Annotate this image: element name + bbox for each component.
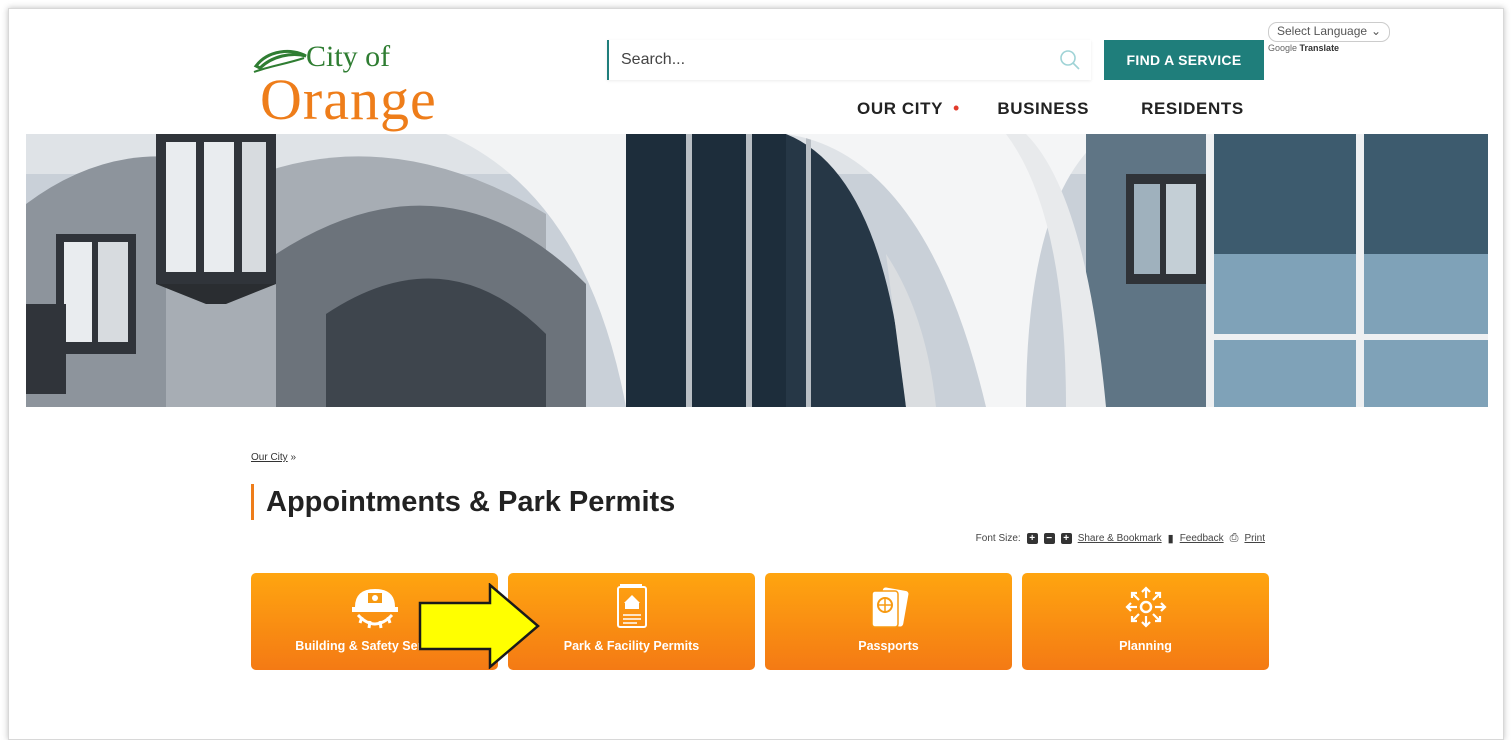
breadcrumb-our-city[interactable]: Our City [251,452,288,463]
feedback-icon: ▮ [1167,533,1174,545]
breadcrumb-separator: » [287,452,297,463]
share-plus-icon: + [1060,533,1072,544]
language-select[interactable]: Select Language ⌄ [1268,22,1390,42]
google-translate-credit: Google Translate [1268,43,1390,53]
search-icon[interactable] [1059,49,1081,71]
tile-label: Park & Facility Permits [563,639,700,653]
hero-image [26,134,1488,407]
nav-business[interactable]: BUSINESS [997,99,1089,119]
feedback-link[interactable]: Feedback [1180,533,1224,544]
planning-arrows-icon [1124,586,1167,628]
main-nav: OUR CITY • BUSINESS RESIDENTS [857,98,1244,119]
search-input[interactable] [609,40,1043,80]
annotation-arrow-icon [418,583,540,669]
hardhat-gear-icon [351,589,398,629]
passport-icon [870,587,908,628]
language-selector: Select Language ⌄ Google Translate [1268,22,1390,53]
tile-label: Passports [858,639,919,653]
print-link[interactable]: Print [1244,533,1265,544]
page-title: Appointments & Park Permits [266,486,676,518]
nav-active-dot: • [953,98,960,118]
breadcrumb: Our City » [251,452,296,463]
tile-label: Planning [1119,639,1172,653]
nav-our-city[interactable]: OUR CITY [857,99,943,119]
translate-label: Translate [1299,43,1340,53]
tile-passports[interactable]: Passports [765,573,1012,670]
chevron-down-icon: ⌄ [1370,24,1381,38]
service-tiles: Building & Safety Services Park & Facili… [251,573,1269,670]
permit-document-icon [616,584,647,628]
font-increase-icon[interactable]: + [1026,533,1038,544]
find-a-service-button[interactable]: FIND A SERVICE [1104,40,1264,80]
share-bookmark-link[interactable]: Share & Bookmark [1078,533,1162,544]
page-title-block: Appointments & Park Permits [251,484,675,520]
font-decrease-icon[interactable]: − [1043,533,1055,544]
print-icon: ⎙ [1229,532,1239,544]
tile-planning[interactable]: Planning [1022,573,1269,670]
logo-orange: Orange [260,67,437,132]
google-brand: Google [1268,43,1298,53]
search-box [607,40,1091,80]
page-tools: Font Size: + − + Share & Bookmark ▮ Feed… [976,532,1265,545]
city-logo[interactable]: City of Orange [248,38,488,132]
language-select-label: Select Language [1277,24,1368,38]
hero-arches-illustration [26,134,1488,407]
nav-residents[interactable]: RESIDENTS [1141,99,1244,119]
tile-park-facility-permits[interactable]: Park & Facility Permits [508,573,755,670]
font-size-label: Font Size: [975,533,1021,544]
